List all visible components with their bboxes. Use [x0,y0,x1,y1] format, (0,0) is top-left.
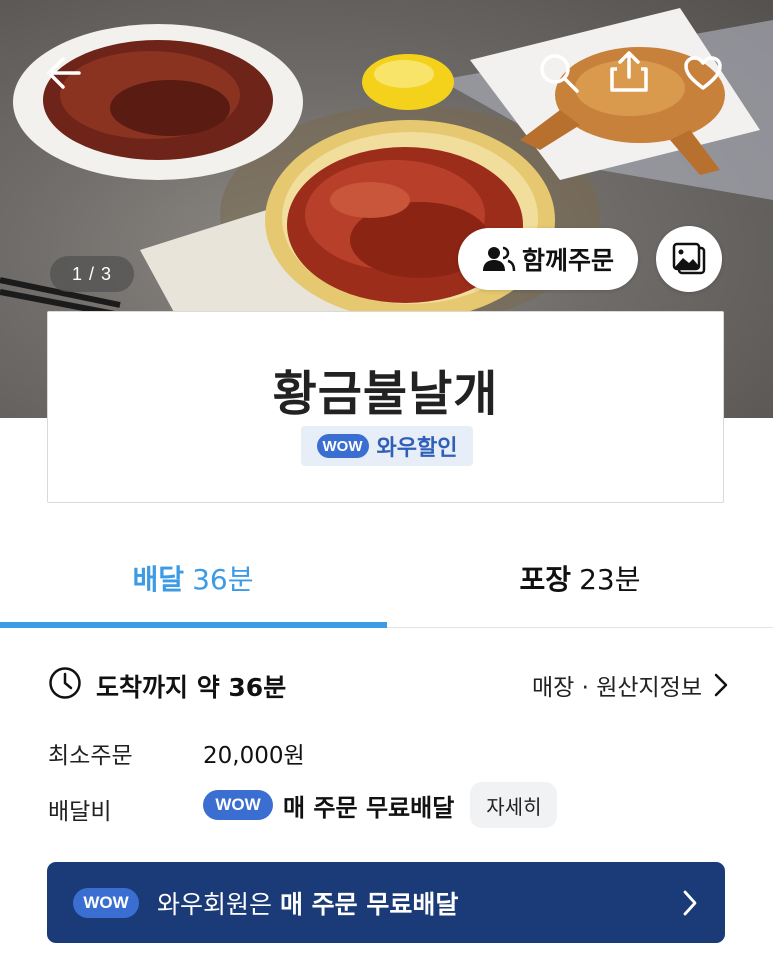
share-button[interactable] [606,46,652,96]
min-order-value: 20,000원 [203,743,305,769]
wow-badge: WOW [73,887,139,918]
store-name: 황금불날개 [272,366,499,422]
wow-discount-text: 와우할인 [376,436,458,461]
store-origin-info-link[interactable]: 매장 · 원산지정보 [532,668,728,702]
clock-icon [49,667,81,699]
image-page-indicator: 1 / 3 [50,256,134,292]
wow-badge: WOW [203,790,273,820]
search-button[interactable] [536,50,582,96]
delivery-fee-row: WOW 매 주문 무료배달 자세히 [203,782,558,828]
arrival-row: 도착까지 약 36분 매장 · 원산지정보 [48,664,728,704]
wow-membership-banner[interactable]: WOW 와우회원은 매 주문 무료배달 [47,862,725,943]
tab-takeout-time: 23분 [579,563,641,596]
tab-delivery-time: 36분 [192,563,254,596]
photo-gallery-button[interactable] [656,226,722,292]
chevron-right-icon [683,890,697,916]
back-button[interactable] [40,50,86,96]
tab-delivery-label: 배달 [132,563,185,596]
favorite-button[interactable] [680,50,726,96]
wow-discount-badge: WOW 와우할인 [301,426,473,466]
order-type-tabs: 배달 36분 포장 23분 [0,530,773,628]
store-origin-info-label: 매장 · 원산지정보 [531,675,702,701]
arrival-time-text: 도착까지 약 36분 [96,673,287,702]
group-order-button[interactable]: 함께주문 [458,228,638,290]
share-icon [610,51,648,92]
store-title-card: 황금불날개 WOW 와우할인 [47,311,724,503]
people-icon [482,246,516,272]
tab-takeout-label: 포장 [519,563,572,596]
tab-takeout[interactable]: 포장 23분 [387,530,773,626]
tab-delivery[interactable]: 배달 36분 [0,530,386,626]
group-order-label: 함께주문 [521,246,614,275]
delivery-fee-label: 배달비 [48,799,112,825]
min-order-label: 최소주문 [48,743,133,769]
delivery-fee-text: 매 주문 무료배달 [283,793,455,822]
chevron-right-icon [714,673,728,697]
photo-gallery-icon [672,242,706,275]
active-tab-indicator [0,622,387,628]
wow-banner-text: 와우회원은 매 주문 무료배달 [157,885,458,921]
wow-banner-bold: 매 주문 무료배달 [279,889,459,919]
search-icon [540,54,579,93]
delivery-fee-detail-button[interactable]: 자세히 [470,782,558,828]
wow-banner-prefix: 와우회원은 [157,889,280,919]
heart-icon [684,56,722,90]
back-arrow-icon [47,57,81,89]
wow-badge: WOW [316,434,369,458]
